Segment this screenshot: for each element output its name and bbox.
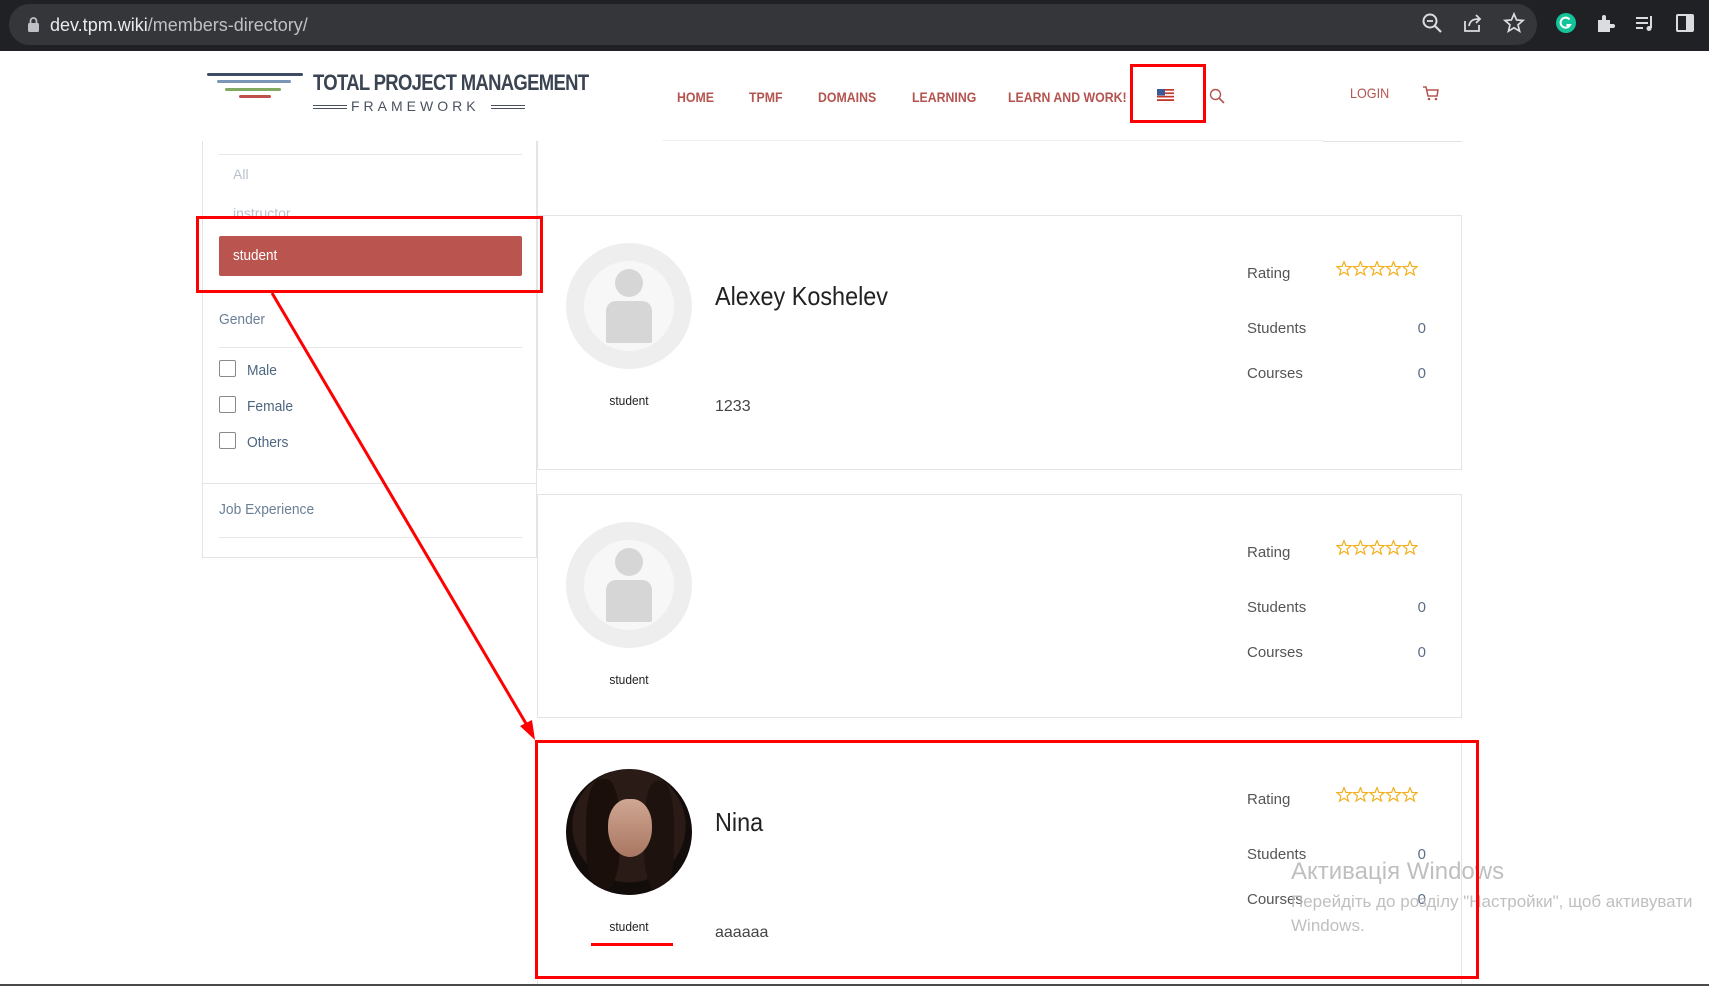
login-link[interactable]: LOGIN: [1350, 85, 1389, 101]
star-outline-icon: [1384, 540, 1403, 556]
member-name[interactable]: Alexey Koshelev: [715, 281, 888, 312]
url-text[interactable]: dev.tpm.wiki/members-directory/: [50, 15, 308, 36]
star-outline-icon: [1336, 540, 1353, 556]
students-label: Students: [1247, 599, 1307, 616]
male-label: Male: [247, 362, 277, 379]
zoom-icon[interactable]: [1421, 12, 1443, 34]
nav-learn-and-work[interactable]: LEARN AND WORK!: [1008, 89, 1127, 105]
media-icon[interactable]: [1634, 12, 1656, 34]
star-outline-icon: [1401, 540, 1418, 556]
logo-title: TOTAL PROJECT MANAGEMENT: [313, 70, 589, 95]
students-label: Students: [1247, 320, 1307, 337]
star-outline-icon: [1368, 540, 1386, 556]
nav-tpmf[interactable]: TPMF: [749, 89, 783, 105]
students-count: 0: [1417, 320, 1426, 337]
site-logo[interactable]: TOTAL PROJECT MANAGEMENT FRAMEWORK: [205, 70, 589, 116]
star-outline-icon: [1351, 540, 1370, 556]
annotation-box-flag: [1130, 64, 1206, 123]
lock-icon[interactable]: [25, 16, 42, 33]
others-checkbox[interactable]: [219, 432, 236, 449]
share-icon[interactable]: [1461, 12, 1483, 34]
star-outline-icon: [1336, 261, 1353, 277]
member-bio: 1233: [715, 398, 751, 415]
others-label: Others: [247, 434, 289, 451]
annotation-box-member-card: [535, 740, 1479, 979]
courses-label: Courses: [1247, 365, 1303, 382]
avatar[interactable]: [566, 522, 692, 648]
nav-home[interactable]: HOME: [677, 89, 714, 105]
rating-stars: [1336, 261, 1418, 277]
rating-stars: [1336, 540, 1418, 556]
member-card: student Rating Students 0 Courses 0: [537, 494, 1462, 718]
logo-subtitle-row: FRAMEWORK: [313, 98, 525, 114]
courses-label: Courses: [1247, 644, 1303, 661]
nav-domains[interactable]: DOMAINS: [818, 89, 876, 105]
gender-heading[interactable]: Gender: [219, 311, 265, 328]
search-icon[interactable]: [1209, 88, 1225, 104]
annotation-underline: [591, 943, 673, 946]
male-checkbox[interactable]: [219, 360, 236, 377]
star-outline-icon: [1401, 261, 1418, 277]
member-role: student: [609, 393, 649, 408]
role-filter-all[interactable]: All: [233, 166, 249, 182]
rating-label: Rating: [1247, 544, 1291, 561]
courses-count: 0: [1417, 644, 1426, 661]
star-outline-icon: [1351, 261, 1370, 277]
students-count: 0: [1417, 599, 1426, 616]
filter-sidebar: All instructor student Gender Male Femal…: [202, 141, 537, 558]
sidepanel-icon[interactable]: [1674, 12, 1696, 34]
nav-learning[interactable]: LEARNING: [912, 89, 976, 105]
logo-subtitle: FRAMEWORK: [351, 98, 480, 114]
female-label: Female: [247, 398, 294, 415]
cart-icon[interactable]: [1422, 86, 1439, 101]
star-outline-icon: [1384, 261, 1403, 277]
annotation-box-student-filter: [196, 216, 543, 293]
url-path: /members-directory/: [147, 15, 308, 35]
avatar[interactable]: [566, 243, 692, 369]
courses-count: 0: [1417, 365, 1426, 382]
grammarly-icon[interactable]: [1555, 12, 1577, 34]
female-checkbox[interactable]: [219, 396, 236, 413]
star-icon[interactable]: [1503, 12, 1525, 34]
rating-label: Rating: [1247, 265, 1291, 282]
address-bar[interactable]: dev.tpm.wiki/members-directory/: [9, 4, 1537, 45]
extensions-icon[interactable]: [1594, 12, 1616, 34]
job-experience-heading[interactable]: Job Experience: [219, 501, 314, 518]
browser-toolbar: dev.tpm.wiki/members-directory/: [0, 0, 1709, 51]
member-card: student Alexey Koshelev 1233 Rating Stud…: [537, 215, 1462, 470]
url-host: dev.tpm.wiki: [50, 15, 148, 35]
member-role: student: [609, 672, 649, 687]
directory-top-area: [537, 141, 1462, 215]
star-outline-icon: [1368, 261, 1386, 277]
